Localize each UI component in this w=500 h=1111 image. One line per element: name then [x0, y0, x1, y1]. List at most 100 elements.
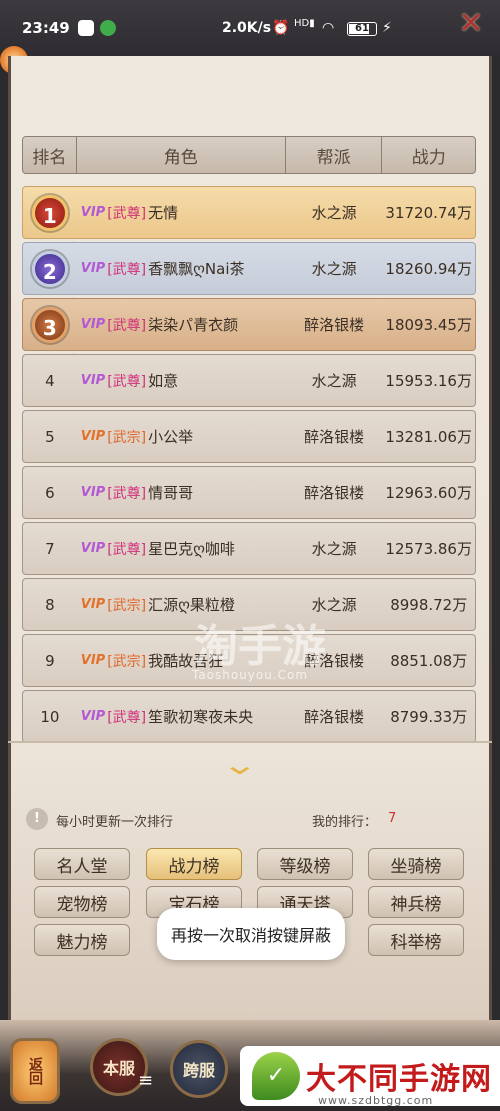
player-title: [武尊] — [107, 709, 147, 726]
bronze-medal-icon: 3 — [31, 306, 68, 343]
player-power: 13281.06万 — [385, 428, 472, 446]
brand-url: www.szdbtgg.com — [318, 1094, 434, 1107]
tab-exam[interactable]: 科举榜 — [368, 924, 464, 956]
vip-badge: VIP — [80, 205, 106, 220]
brand-name: 大不同手游网 — [306, 1062, 492, 1097]
hd-signal-icon: HD▮ — [294, 18, 315, 29]
info-bar: ! 每小时更新一次排行 我的排行： 7 — [22, 800, 476, 838]
tab-mount[interactable]: 坐骑榜 — [368, 848, 464, 880]
player-name: 我酷故吾狂 — [148, 652, 224, 670]
player-name: 柒染パ青衣颜 — [148, 316, 239, 334]
my-rank-label: 我的排行： — [312, 815, 378, 830]
charging-icon: ⚡ — [382, 20, 392, 36]
player-name: 小公举 — [148, 428, 194, 446]
battery-level: 61 — [355, 23, 369, 34]
header-power: 战力 — [411, 147, 446, 168]
player-power: 12573.86万 — [385, 540, 472, 558]
table-row[interactable]: 5 VIP [武宗] 小公举 醉洛银楼 13281.06万 — [22, 410, 476, 463]
status-bar: 23:49 2.0K/s ⏰ HD▮ ◠ 61 ⚡ — [0, 0, 500, 56]
table-row[interactable]: 7 VIP [武尊] 星巴克ღ咖啡 水之源 12573.86万 — [22, 522, 476, 575]
rank-number: 8 — [45, 595, 55, 614]
ranking-table-header: 排名 角色 帮派 战力 — [22, 136, 476, 174]
table-row[interactable]: 6 VIP [武尊] 情哥哥 醉洛银楼 12963.60万 — [22, 466, 476, 519]
vip-badge: VIP — [80, 597, 106, 612]
table-row[interactable]: 1 VIP [武尊] ★ 无情 水之源 31720.74万 — [22, 186, 476, 252]
player-guild: 水之源 — [311, 204, 357, 222]
tab-charm[interactable]: 魅力榜 — [34, 924, 130, 956]
table-row[interactable]: 8 VIP [武宗] 汇源ღ果粒橙 水之源 8998.72万 — [22, 578, 476, 631]
vip-badge: VIP — [80, 485, 106, 500]
ranking-list: 1 VIP [武尊] ★ 无情 水之源 31720.74万 2 VIP [武尊]… — [22, 186, 476, 746]
back-button[interactable]: 返回 — [10, 1038, 60, 1104]
player-power: 15953.16万 — [385, 372, 472, 390]
status-time: 23:49 — [22, 19, 70, 37]
player-title: [武宗] — [107, 597, 147, 614]
rank-number: 10 — [40, 707, 60, 726]
player-name: 笙歌初寒夜未央 — [148, 708, 254, 726]
player-guild: 醉洛银楼 — [304, 316, 365, 334]
player-title: [武尊] — [107, 261, 147, 278]
notification-app-icon — [78, 20, 94, 36]
info-icon: ! — [26, 808, 48, 830]
list-divider — [8, 741, 492, 743]
silver-medal-icon: 2 — [31, 250, 68, 287]
vip-badge: VIP — [80, 709, 106, 724]
my-rank-value: 7 — [388, 811, 397, 826]
rank-number: 5 — [45, 427, 55, 446]
player-power: 18093.45万 — [385, 316, 472, 334]
header-role: 角色 — [77, 137, 286, 173]
gold-medal-icon: 1 — [31, 194, 68, 231]
player-title: [武尊] — [107, 205, 147, 222]
player-power: 31720.74万 — [385, 204, 472, 222]
tab-hall-of-fame[interactable]: 名人堂 — [34, 848, 130, 880]
player-title: [武尊] — [107, 485, 147, 502]
chevron-down-icon[interactable]: ⌄ — [221, 748, 259, 781]
player-name: 如意 — [148, 372, 179, 390]
player-guild: 水之源 — [311, 596, 357, 614]
tab-level[interactable]: 等级榜 — [257, 848, 353, 880]
refresh-note: 每小时更新一次排行 — [56, 815, 174, 830]
player-power: 8851.08万 — [390, 652, 468, 670]
close-icon[interactable]: ✕ — [455, 8, 487, 40]
tab-pet[interactable]: 宠物榜 — [34, 886, 130, 918]
vip-badge: VIP — [80, 317, 106, 332]
vip-badge: VIP — [80, 429, 106, 444]
player-power: 12963.60万 — [385, 484, 472, 502]
player-guild: 水之源 — [311, 372, 357, 390]
rank-number: 6 — [45, 483, 55, 502]
cross-server-button[interactable]: 跨服 — [170, 1040, 228, 1098]
player-title: [武宗] — [107, 653, 147, 670]
menu-icon[interactable]: ≡ — [138, 1070, 153, 1091]
vip-badge: VIP — [80, 541, 106, 556]
tab-power[interactable]: 战力榜 — [146, 848, 242, 880]
rank-number: 7 — [45, 539, 55, 558]
tab-weapon[interactable]: 神兵榜 — [368, 886, 464, 918]
table-row[interactable]: 10 VIP [武尊] 笙歌初寒夜未央 醉洛银楼 8799.33万 — [22, 690, 476, 743]
player-guild: 醉洛银楼 — [304, 708, 365, 726]
player-name: 香飘飘ღNai茶 — [148, 260, 245, 278]
alarm-icon: ⏰ — [272, 20, 290, 36]
table-row[interactable]: 3 VIP [武尊] ★ 柒染パ青衣颜 醉洛银楼 18093.45万 — [22, 298, 476, 364]
player-name: 无情 — [148, 204, 179, 222]
wifi-icon: ◠ — [322, 20, 335, 36]
rank-number: 9 — [45, 651, 55, 670]
table-row[interactable]: 4 VIP [武尊] 如意 水之源 15953.16万 — [22, 354, 476, 407]
table-row[interactable]: 2 VIP [武尊] ★ 香飘飘ღNai茶 水之源 18260.94万 — [22, 242, 476, 308]
player-title: [武尊] — [107, 373, 147, 390]
player-name: 汇源ღ果粒橙 — [148, 596, 235, 614]
network-speed: 2.0K/s — [222, 20, 272, 36]
vip-badge: VIP — [80, 261, 106, 276]
rank-number: 4 — [45, 371, 55, 390]
player-name: 情哥哥 — [148, 484, 194, 502]
player-power: 8998.72万 — [390, 596, 468, 614]
player-guild: 醉洛银楼 — [304, 652, 365, 670]
player-guild: 水之源 — [311, 540, 357, 558]
player-name: 星巴克ღ咖啡 — [148, 540, 235, 558]
player-guild: 醉洛银楼 — [304, 484, 365, 502]
player-title: [武尊] — [107, 317, 147, 334]
header-rank: 排名 — [23, 137, 77, 173]
player-power: 18260.94万 — [385, 260, 472, 278]
battery-icon: 61 — [347, 22, 377, 36]
table-row[interactable]: 9 VIP [武宗] 我酷故吾狂 醉洛银楼 8851.08万 — [22, 634, 476, 687]
header-guild: 帮派 — [286, 137, 383, 173]
